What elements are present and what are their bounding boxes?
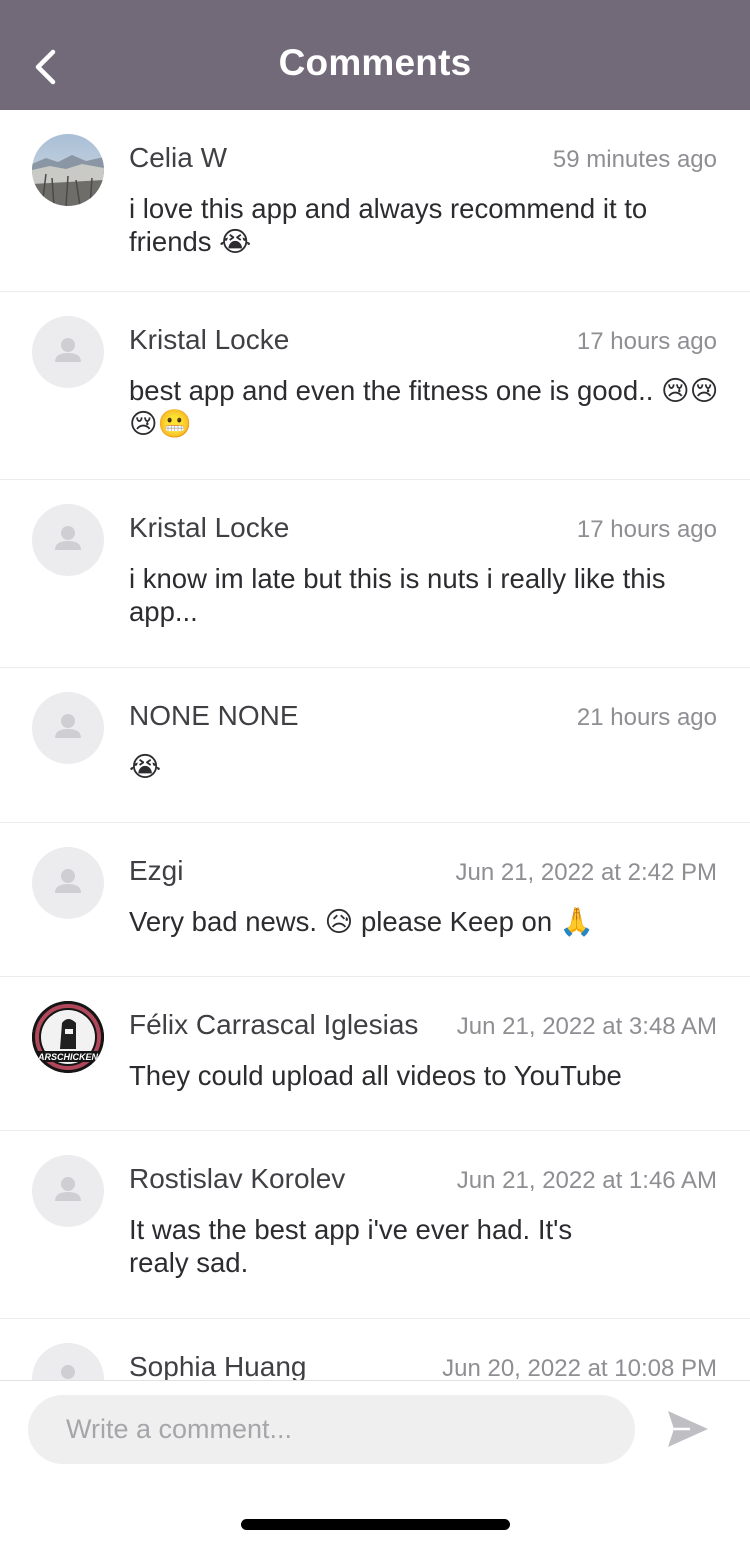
comments-list[interactable]: Celia W 59 minutes ago i love this app a… xyxy=(0,110,750,1380)
comment-timestamp: 17 hours ago xyxy=(576,516,717,543)
avatar-logo-text: ARSCHICKEN xyxy=(37,1052,99,1062)
comment-author[interactable]: Kristal Locke xyxy=(129,512,289,544)
user-placeholder-icon xyxy=(55,1177,81,1201)
user-placeholder-icon xyxy=(55,338,81,362)
comment-author[interactable]: Félix Carrascal Iglesias xyxy=(129,1009,418,1041)
comment-text: i love this app and always recommend it … xyxy=(129,193,648,257)
avatar[interactable] xyxy=(32,1343,104,1380)
comment-text: i know im late but this is nuts i really… xyxy=(129,563,666,627)
comment-text: They could upload all videos to YouTube xyxy=(129,1060,622,1091)
user-placeholder-icon xyxy=(61,1365,75,1379)
comment-item: Sophia Huang Jun 20, 2022 at 10:08 PM xyxy=(0,1319,750,1380)
comment-input[interactable] xyxy=(28,1395,635,1464)
comment-timestamp: 21 hours ago xyxy=(576,704,717,731)
home-indicator xyxy=(241,1519,510,1530)
comment-author[interactable]: Kristal Locke xyxy=(129,324,289,356)
comment-timestamp: Jun 21, 2022 at 1:46 AM xyxy=(456,1167,717,1194)
comment-text: 😭 xyxy=(129,751,162,782)
comment-author[interactable]: Ezgi xyxy=(129,855,183,887)
comment-author[interactable]: Celia W xyxy=(129,142,227,174)
user-placeholder-icon xyxy=(55,869,81,893)
avatar[interactable] xyxy=(32,504,104,576)
comment-text: It was the best app i've ever had. It's … xyxy=(129,1214,573,1278)
comment-composer xyxy=(0,1380,750,1545)
comment-timestamp: Jun 21, 2022 at 2:42 PM xyxy=(455,859,717,886)
comment-timestamp: 17 hours ago xyxy=(576,328,717,355)
comment-author[interactable]: Rostislav Korolev xyxy=(129,1163,345,1195)
send-button[interactable] xyxy=(664,1405,712,1453)
avatar[interactable] xyxy=(32,1155,104,1227)
user-placeholder-icon xyxy=(55,526,81,550)
avatar[interactable] xyxy=(32,316,104,388)
comment-item: Kristal Locke 17 hours ago best app and … xyxy=(0,292,750,480)
page-title: Comments xyxy=(278,42,472,83)
avatar[interactable] xyxy=(32,692,104,764)
avatar[interactable] xyxy=(32,847,104,919)
send-icon xyxy=(668,1411,708,1447)
comment-item: ARSCHICKEN Félix Carrascal Iglesias Jun … xyxy=(0,977,750,1131)
comment-timestamp: Jun 21, 2022 at 3:48 AM xyxy=(456,1013,717,1040)
comment-item: Ezgi Jun 21, 2022 at 2:42 PM Very bad ne… xyxy=(0,823,750,977)
comment-item: Kristal Locke 17 hours ago i know im lat… xyxy=(0,480,750,668)
nav-bar: Comments xyxy=(0,0,750,110)
comment-timestamp: 59 minutes ago xyxy=(552,146,717,173)
comment-item: Rostislav Korolev Jun 21, 2022 at 1:46 A… xyxy=(0,1131,750,1319)
comment-timestamp: Jun 20, 2022 at 10:08 PM xyxy=(442,1355,717,1380)
avatar[interactable]: ARSCHICKEN xyxy=(32,1001,104,1073)
avatar[interactable] xyxy=(32,134,104,206)
comment-author[interactable]: NONE NONE xyxy=(129,700,299,732)
user-placeholder-icon xyxy=(55,714,81,738)
comment-author[interactable]: Sophia Huang xyxy=(129,1351,306,1380)
comment-item: Celia W 59 minutes ago i love this app a… xyxy=(0,110,750,292)
comment-text: best app and even the fitness one is goo… xyxy=(129,375,719,439)
comment-item: NONE NONE 21 hours ago 😭 xyxy=(0,668,750,823)
comment-text: Very bad news. 😥 please Keep on 🙏 xyxy=(129,906,594,937)
